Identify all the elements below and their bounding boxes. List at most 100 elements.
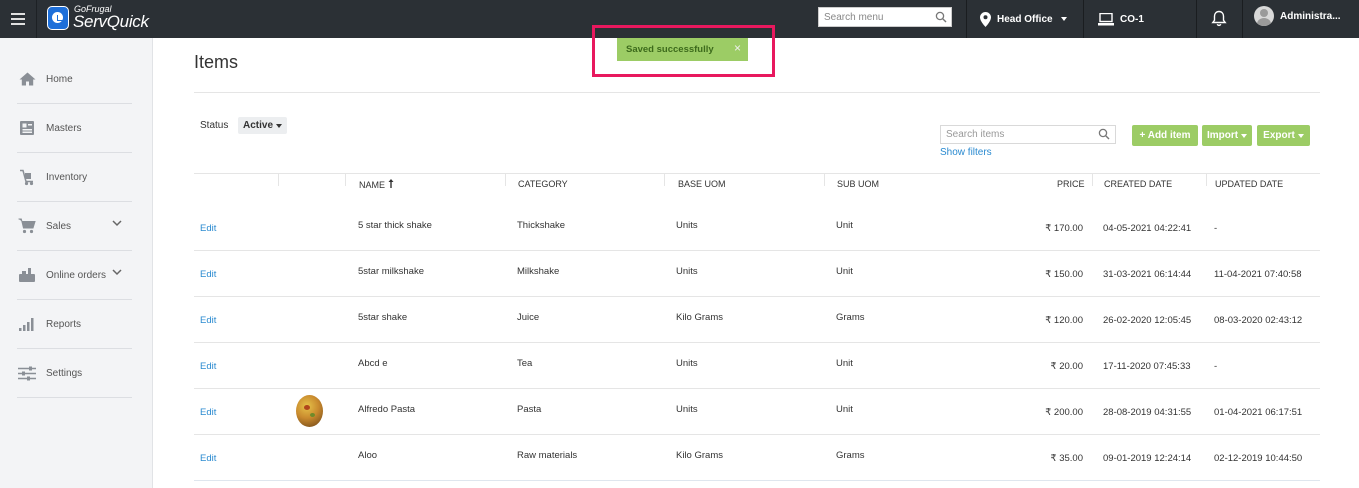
table-row: Edit Abcd e Tea Units Unit ₹ 20.00 17-11…	[194, 343, 1320, 389]
cell-updated-date: 01-04-2021 06:17:51	[1214, 407, 1303, 418]
cell-sub-uom: Unit	[836, 404, 853, 415]
sidebar-item-label: Sales	[46, 220, 72, 232]
column-header-updated-date[interactable]: UPDATED DATE	[1215, 179, 1283, 189]
divider	[1083, 0, 1084, 38]
location-pin-icon	[980, 11, 991, 27]
table-row: Edit 5star shake Juice Kilo Grams Grams …	[194, 297, 1320, 343]
counter-label: CO-1	[1120, 13, 1144, 25]
masters-icon	[17, 120, 37, 136]
hamburger-menu-icon[interactable]	[0, 0, 37, 38]
highlight-box	[592, 25, 775, 77]
cell-base-uom: Units	[676, 358, 698, 369]
sidebar-item-sales[interactable]: Sales	[17, 202, 132, 251]
sidebar-item-reports[interactable]: Reports	[17, 300, 132, 349]
divider	[1196, 0, 1197, 38]
search-icon[interactable]	[1098, 128, 1110, 140]
add-item-button[interactable]: + Add item	[1132, 125, 1198, 146]
cell-updated-date: 08-03-2020 02:43:12	[1214, 315, 1303, 326]
table-header: NAME CATEGORY BASE UOM SUB UOM PRICE CRE…	[194, 173, 1320, 195]
caret-down-icon	[276, 123, 283, 128]
column-header-created-date[interactable]: CREATED DATE	[1104, 179, 1172, 189]
item-thumbnail	[296, 395, 323, 427]
export-label: Export	[1263, 130, 1295, 141]
sidebar-item-label: Inventory	[46, 171, 88, 183]
sidebar-item-online-orders[interactable]: Online orders	[17, 251, 132, 300]
sidebar-item-label: Reports	[46, 318, 82, 330]
export-button[interactable]: Export	[1257, 125, 1310, 146]
cell-created-date: 28-08-2019 04:31:55	[1103, 407, 1192, 418]
import-button[interactable]: Import	[1202, 125, 1252, 146]
divider	[194, 92, 1320, 93]
column-header-price[interactable]: PRICE	[1057, 179, 1085, 189]
cell-updated-date: 02-12-2019 10:44:50	[1214, 453, 1303, 464]
cell-sub-uom: Grams	[836, 450, 865, 461]
edit-link[interactable]: Edit	[200, 269, 216, 280]
cell-name: 5star milkshake	[358, 266, 424, 277]
column-separator	[505, 174, 506, 186]
chevron-down-icon	[1060, 17, 1067, 21]
branch-selector[interactable]: Head Office	[980, 9, 1067, 29]
cell-category: Tea	[517, 358, 533, 369]
search-icon[interactable]	[935, 11, 947, 23]
column-header-base-uom[interactable]: BASE UOM	[678, 179, 726, 189]
search-items-input[interactable]	[941, 126, 1091, 143]
edit-link[interactable]: Edit	[200, 361, 216, 372]
sidebar-item-masters[interactable]: Masters	[17, 104, 132, 153]
cell-created-date: 09-01-2019 12:24:14	[1103, 453, 1192, 464]
chevron-down-icon	[112, 269, 122, 276]
cell-price: ₹ 35.00	[1050, 453, 1083, 464]
search-menu-input[interactable]	[819, 8, 929, 26]
sidebar-item-label: Online orders	[46, 269, 107, 281]
cell-sub-uom: Unit	[836, 266, 853, 277]
cell-price: ₹ 170.00	[1045, 223, 1083, 234]
sidebar-item-inventory[interactable]: Inventory	[17, 153, 132, 202]
column-separator	[1206, 174, 1207, 186]
cart-icon	[17, 218, 37, 234]
sidebar-item-settings[interactable]: Settings	[17, 349, 132, 398]
cell-category: Milkshake	[517, 266, 560, 277]
edit-link[interactable]: Edit	[200, 453, 216, 464]
column-header-name[interactable]: NAME	[359, 179, 394, 190]
search-menu-box	[818, 7, 952, 27]
avatar	[1254, 6, 1274, 26]
sidebar-item-label: Home	[46, 73, 73, 85]
cell-price: ₹ 120.00	[1045, 315, 1083, 326]
cell-base-uom: Units	[676, 220, 698, 231]
cell-updated-date: -	[1214, 223, 1218, 234]
column-header-category[interactable]: CATEGORY	[518, 179, 568, 189]
cell-created-date: 17-11-2020 07:45:33	[1103, 361, 1191, 372]
column-header-sub-uom[interactable]: SUB UOM	[837, 179, 879, 189]
cell-created-date: 04-05-2021 04:22:41	[1103, 223, 1192, 234]
show-filters-link[interactable]: Show filters	[940, 147, 992, 158]
cell-created-date: 31-03-2021 06:14:44	[1103, 269, 1192, 280]
cell-name: Aloo	[358, 450, 378, 461]
cell-sub-uom: Unit	[836, 220, 853, 231]
divider	[1242, 0, 1243, 38]
cell-name: 5star shake	[358, 312, 408, 323]
sidebar-item-home[interactable]: Home	[17, 55, 132, 104]
status-dropdown[interactable]: Active	[238, 117, 287, 134]
sliders-icon	[17, 366, 37, 381]
import-label: Import	[1206, 130, 1239, 141]
edit-link[interactable]: Edit	[200, 407, 216, 418]
cell-sub-uom: Grams	[836, 312, 865, 323]
cell-base-uom: Kilo Grams	[676, 450, 723, 461]
page-title: Items	[194, 52, 239, 72]
edit-link[interactable]: Edit	[200, 223, 216, 234]
caret-down-icon	[1241, 133, 1248, 138]
home-icon	[17, 72, 37, 86]
logo[interactable]: GoFrugal ServQuick	[47, 4, 149, 34]
user-name: Administra...	[1280, 10, 1341, 22]
caret-down-icon	[1297, 133, 1304, 138]
cell-created-date: 26-02-2020 12:05:45	[1103, 315, 1192, 326]
cell-updated-date: -	[1214, 361, 1218, 372]
branch-label: Head Office	[997, 13, 1053, 25]
edit-link[interactable]: Edit	[200, 315, 216, 326]
status-value: Active	[243, 120, 274, 131]
bell-icon[interactable]	[1211, 10, 1227, 27]
counter-selector[interactable]: CO-1	[1098, 9, 1144, 29]
cell-base-uom: Kilo Grams	[676, 312, 723, 323]
user-menu[interactable]: Administra...	[1254, 6, 1341, 26]
cell-category: Raw materials	[517, 450, 578, 461]
cell-price: ₹ 150.00	[1045, 269, 1083, 280]
